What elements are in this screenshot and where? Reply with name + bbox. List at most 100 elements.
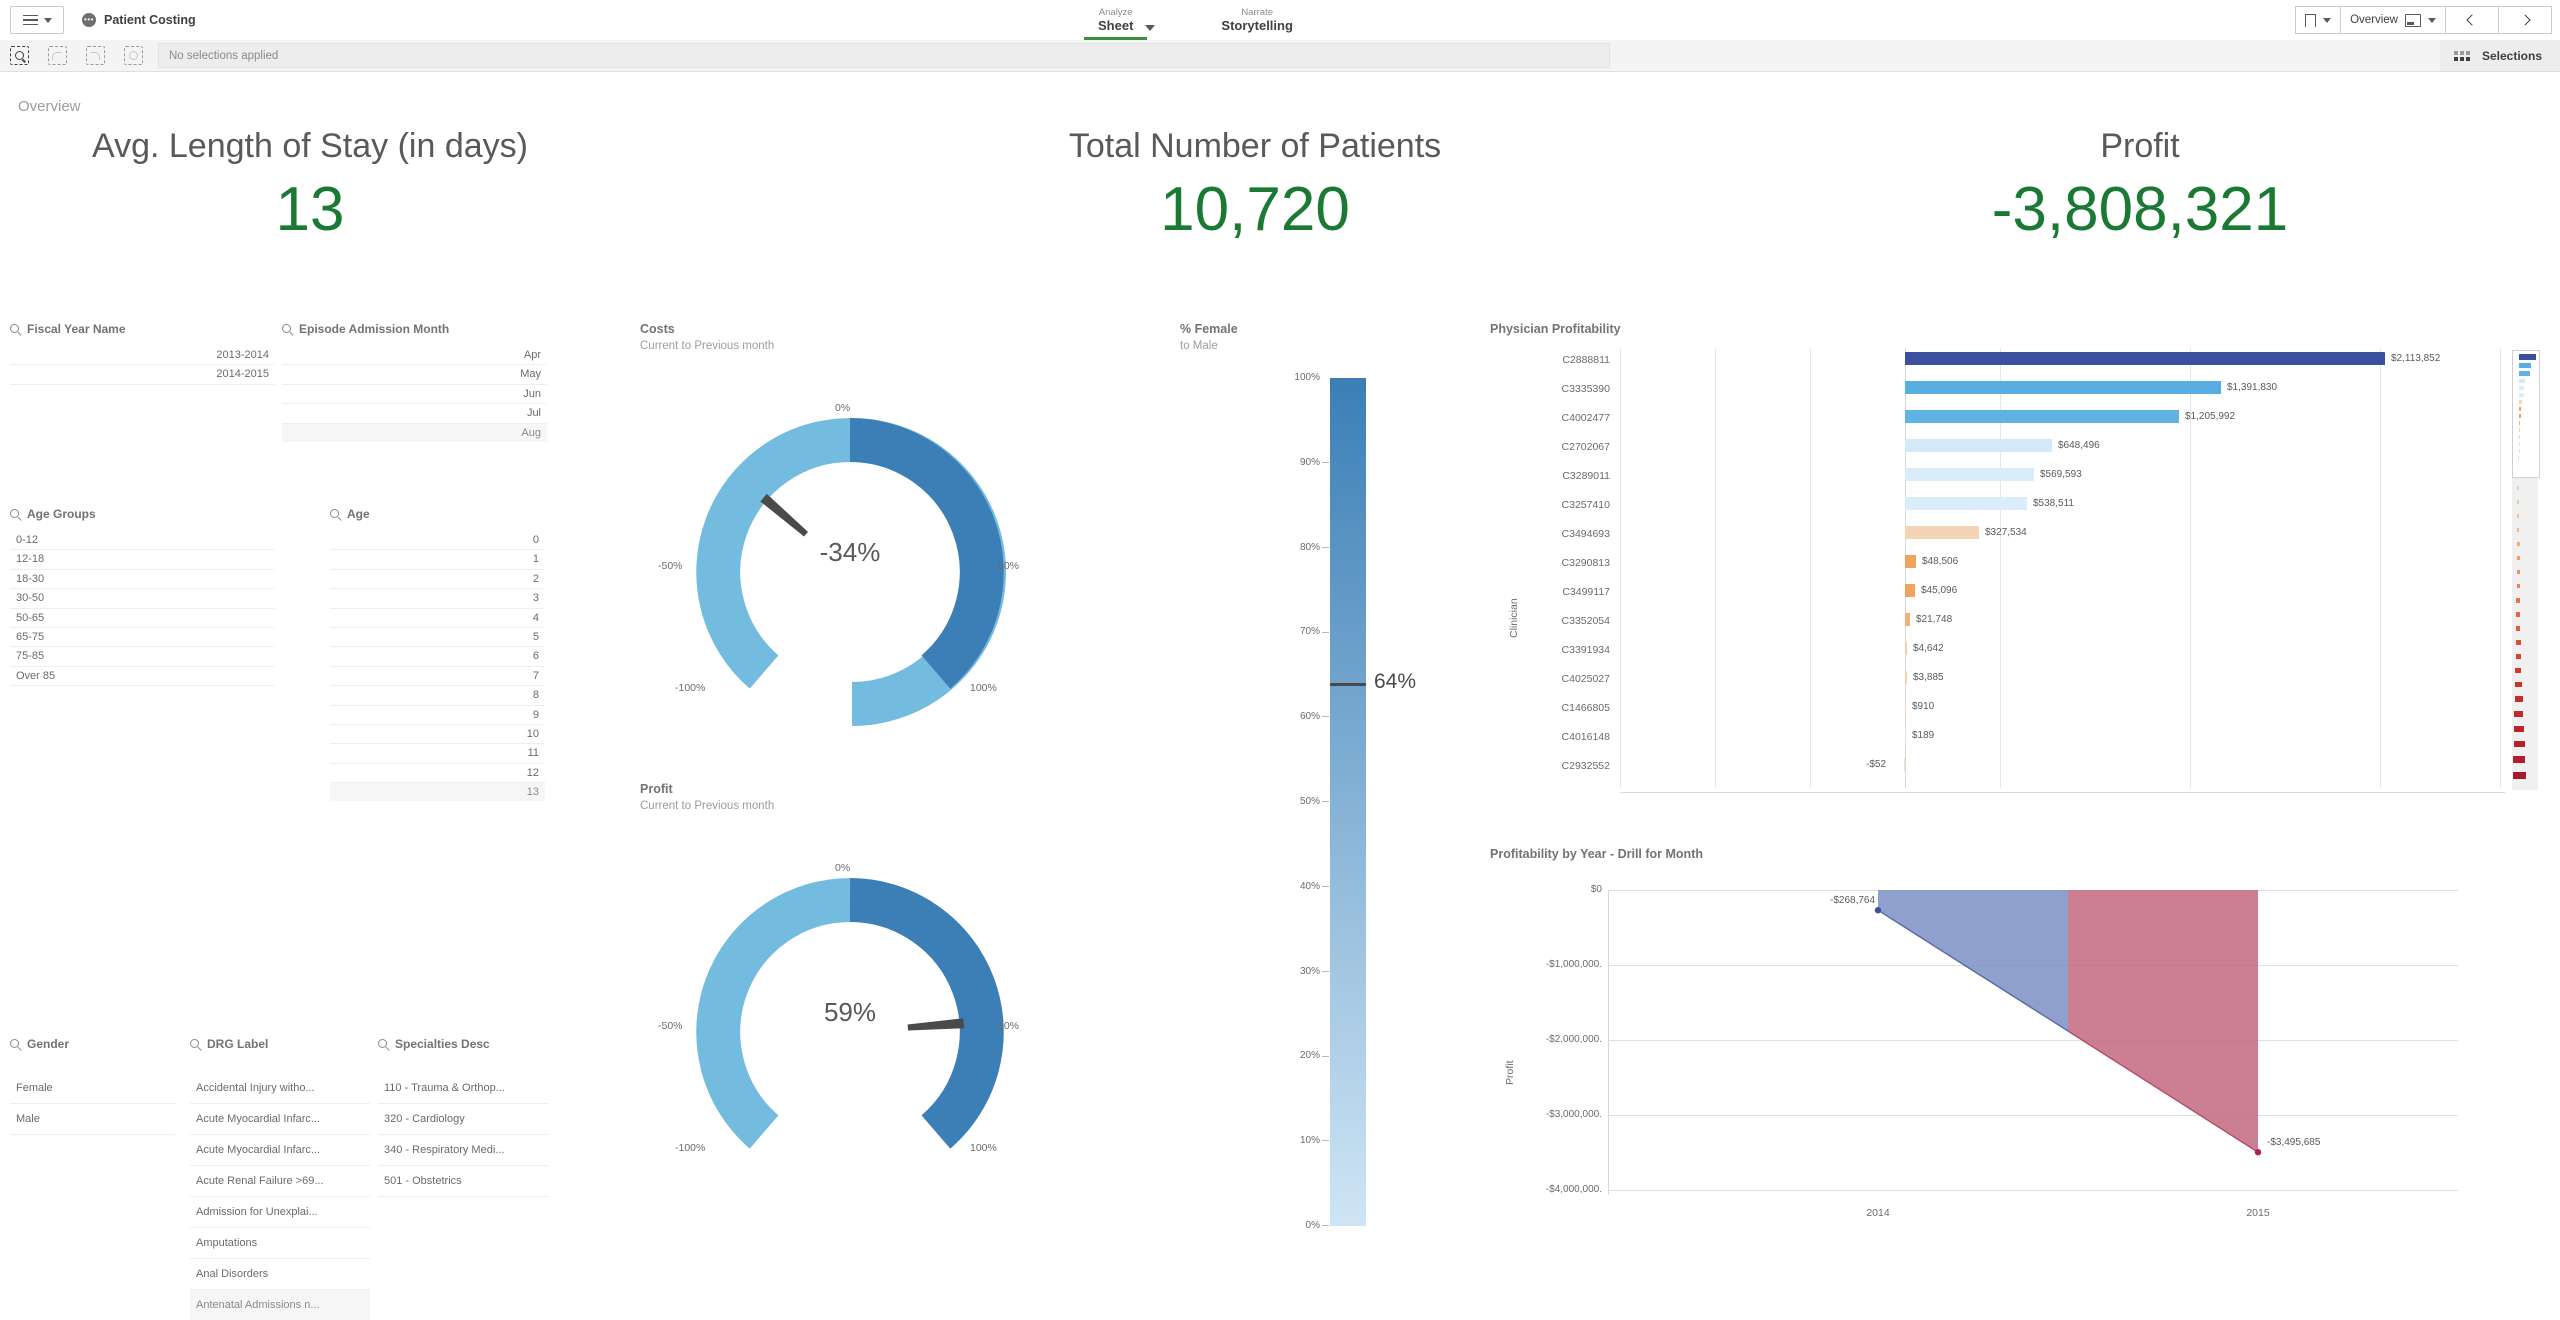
list-item[interactable]: Acute Myocardial Infarc...: [190, 1104, 370, 1135]
bar[interactable]: [1905, 410, 2179, 423]
clear-selections-button[interactable]: [114, 40, 152, 71]
filter-value-list[interactable]: 0 1 2 3 4 5 6 7 8 9 10 11 12 13: [330, 531, 545, 802]
list-item[interactable]: 8: [330, 686, 545, 706]
step-back-button[interactable]: [38, 40, 76, 71]
selection-search-button[interactable]: [0, 40, 38, 71]
filter-value-list[interactable]: Accidental Injury witho... Acute Myocard…: [190, 1073, 370, 1320]
list-item[interactable]: 1: [330, 550, 545, 570]
list-item[interactable]: Amputations: [190, 1228, 370, 1259]
chart-profit-gauge[interactable]: Profit Current to Previous month 59% 0% …: [640, 782, 1060, 1252]
filter-pane-header[interactable]: DRG Label: [190, 1037, 370, 1051]
filter-pane-age[interactable]: Age 0 1 2 3 4 5 6 7 8 9 10 11 12 13: [330, 507, 545, 802]
list-item[interactable]: Acute Myocardial Infarc...: [190, 1135, 370, 1166]
list-item[interactable]: Over 85: [10, 667, 275, 687]
next-sheet-button[interactable]: [2499, 6, 2552, 34]
filter-pane-age-groups[interactable]: Age Groups 0-12 12-18 18-30 30-50 50-65 …: [10, 507, 275, 687]
search-icon[interactable]: [330, 508, 341, 520]
filter-value-list[interactable]: 110 - Trauma & Orthop... 320 - Cardiolog…: [378, 1073, 548, 1197]
list-item[interactable]: 12-18: [10, 550, 275, 570]
step-forward-button[interactable]: [76, 40, 114, 71]
list-item[interactable]: 12: [330, 764, 545, 784]
chart-physician-profitability[interactable]: Physician Profitability Clinician C28888…: [1490, 322, 2550, 842]
chart-scrollbar-thumb[interactable]: [2512, 350, 2540, 478]
search-icon[interactable]: [378, 1038, 389, 1050]
bar[interactable]: [1905, 671, 1907, 684]
list-item[interactable]: 18-30: [10, 570, 275, 590]
filter-pane-episode-admission-month[interactable]: Episode Admission Month Apr May Jun Jul …: [282, 322, 547, 442]
filter-value-list[interactable]: 0-12 12-18 18-30 30-50 50-65 65-75 75-85…: [10, 531, 275, 687]
list-item[interactable]: May: [282, 365, 547, 385]
filter-pane-header[interactable]: Gender: [10, 1037, 175, 1051]
bar[interactable]: [1904, 758, 1905, 771]
list-item[interactable]: 0-12: [10, 531, 275, 551]
tab-analyze-sheet[interactable]: Analyze Sheet: [1084, 0, 1156, 40]
filter-pane-header[interactable]: Episode Admission Month: [282, 322, 547, 336]
selections-tool-button[interactable]: Selections: [2439, 40, 2560, 71]
filter-pane-gender[interactable]: Gender Female Male: [10, 1037, 175, 1135]
list-item[interactable]: 110 - Trauma & Orthop...: [378, 1073, 548, 1104]
list-item[interactable]: Jun: [282, 385, 547, 405]
filter-pane-specialties-desc[interactable]: Specialties Desc 110 - Trauma & Orthop..…: [378, 1037, 548, 1197]
tab-narrate-storytelling[interactable]: Narrate Storytelling: [1207, 0, 1307, 40]
list-item[interactable]: Male: [10, 1104, 175, 1135]
filter-pane-header[interactable]: Age: [330, 507, 545, 521]
list-item[interactable]: Female: [10, 1073, 175, 1104]
list-item[interactable]: 50-65: [10, 609, 275, 628]
selections-status[interactable]: No selections applied: [158, 43, 1610, 68]
search-icon[interactable]: [10, 508, 21, 520]
list-item[interactable]: Admission for Unexplai...: [190, 1197, 370, 1228]
main-menu-button[interactable]: [10, 6, 64, 34]
list-item[interactable]: 9: [330, 706, 545, 725]
bar[interactable]: [1905, 439, 2052, 452]
list-item[interactable]: Acute Renal Failure >69...: [190, 1166, 370, 1197]
list-item[interactable]: 320 - Cardiology: [378, 1104, 548, 1135]
chart-pct-female[interactable]: % Female to Male 100% 90% 80% 70% 60% 50…: [1180, 322, 1440, 1242]
filter-pane-header[interactable]: Fiscal Year Name: [10, 322, 275, 336]
list-item[interactable]: 30-50: [10, 589, 275, 609]
filter-pane-header[interactable]: Age Groups: [10, 507, 275, 521]
list-item[interactable]: 5: [330, 628, 545, 648]
search-icon[interactable]: [190, 1038, 201, 1050]
bar[interactable]: [1905, 468, 2034, 481]
bar[interactable]: [1905, 497, 2027, 510]
bar[interactable]: [1905, 526, 1979, 539]
list-item[interactable]: 501 - Obstetrics: [378, 1166, 548, 1197]
filter-pane-drg-label[interactable]: DRG Label Accidental Injury witho... Acu…: [190, 1037, 370, 1320]
filter-pane-header[interactable]: Specialties Desc: [378, 1037, 548, 1051]
list-item[interactable]: 3: [330, 589, 545, 609]
bar[interactable]: [1905, 555, 1916, 568]
bar[interactable]: [1905, 381, 2221, 394]
sheet-selector-button[interactable]: Overview: [2341, 6, 2446, 34]
list-item[interactable]: 2013-2014: [10, 346, 275, 366]
bar[interactable]: [1905, 700, 1906, 713]
area-series-svg[interactable]: [1490, 875, 2550, 1245]
chart-profitability-by-year[interactable]: Profitability by Year - Drill for Month …: [1490, 847, 2550, 1247]
filter-value-list[interactable]: Apr May Jun Jul Aug: [282, 346, 547, 442]
list-item[interactable]: Apr: [282, 346, 547, 366]
list-item[interactable]: 11: [330, 744, 545, 764]
list-item[interactable]: Antenatal Admissions n...: [190, 1290, 370, 1320]
list-item[interactable]: 0: [330, 531, 545, 551]
filter-value-list[interactable]: Female Male: [10, 1073, 175, 1135]
list-item[interactable]: Anal Disorders: [190, 1259, 370, 1290]
list-item[interactable]: 340 - Respiratory Medi...: [378, 1135, 548, 1166]
bar[interactable]: [1905, 729, 1906, 742]
list-item[interactable]: 6: [330, 647, 545, 667]
list-item[interactable]: 65-75: [10, 628, 275, 648]
filter-value-list[interactable]: 2013-2014 2014-2015: [10, 346, 275, 385]
list-item[interactable]: 10: [330, 725, 545, 745]
bookmarks-button[interactable]: [2295, 6, 2342, 34]
bar[interactable]: [1905, 584, 1915, 597]
search-icon[interactable]: [10, 1038, 21, 1050]
list-item[interactable]: 2: [330, 570, 545, 590]
bar[interactable]: [1905, 642, 1907, 655]
list-item[interactable]: 2014-2015: [10, 365, 275, 385]
sheet-chevron-down-icon[interactable]: [1145, 25, 1156, 31]
bar[interactable]: [1905, 352, 2385, 365]
list-item[interactable]: 4: [330, 609, 545, 628]
list-item[interactable]: 75-85: [10, 647, 275, 667]
search-icon[interactable]: [10, 323, 21, 335]
list-item[interactable]: Jul: [282, 404, 547, 424]
list-item[interactable]: Aug: [282, 423, 547, 442]
previous-sheet-button[interactable]: [2446, 6, 2499, 34]
